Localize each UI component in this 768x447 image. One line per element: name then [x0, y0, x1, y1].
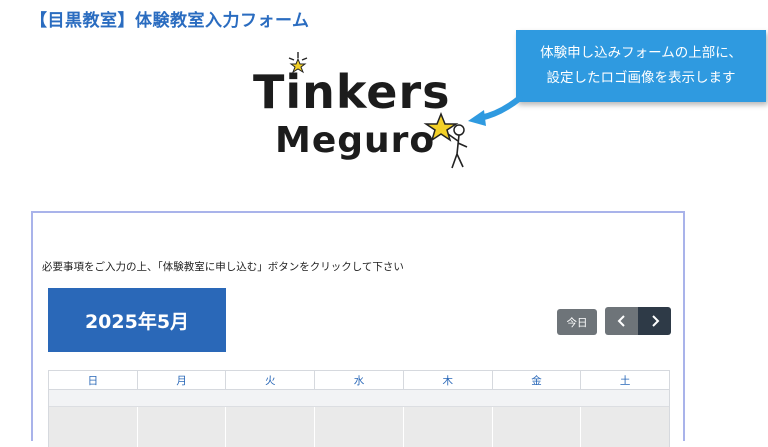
- calendar-day-cell[interactable]: [137, 407, 227, 447]
- logo-text-meguro: Meguro: [275, 120, 435, 161]
- callout-text-line1: 体験申し込みフォームの上部に、: [540, 45, 742, 61]
- callout-box: 体験申し込みフォームの上部に、 設定したロゴ画像を表示します: [516, 30, 766, 102]
- calendar-week-row: [49, 407, 670, 447]
- logo-text-tinkers: Tinkers: [253, 65, 451, 119]
- weekday-mon: 月: [137, 371, 227, 390]
- tinkers-meguro-logo: Tinkers Meguro: [253, 52, 468, 169]
- callout-text-line2: 設定したロゴ画像を表示します: [546, 70, 736, 86]
- calendar-day-cell[interactable]: [403, 407, 493, 447]
- weekday-wed: 水: [315, 371, 404, 390]
- callout-arrow-icon: [468, 95, 523, 126]
- calendar-day-cell[interactable]: [581, 407, 670, 447]
- form-instruction: 必要事項をご入力の上、「体験教室に申し込む」ボタンをクリックして下さい: [42, 261, 404, 273]
- calendar-day-cell[interactable]: [492, 407, 582, 447]
- form-frame: 必要事項をご入力の上、「体験教室に申し込む」ボタンをクリックして下さい 2025…: [31, 211, 685, 447]
- weekday-tue: 火: [226, 371, 316, 390]
- calendar-day-cell[interactable]: [226, 407, 316, 447]
- weekday-sun: 日: [49, 371, 138, 390]
- today-button[interactable]: 今日: [557, 309, 597, 335]
- weekday-fri: 金: [492, 371, 582, 390]
- weekday-thu: 木: [403, 371, 493, 390]
- calendar-day-cell[interactable]: [315, 407, 404, 447]
- calendar-allday-row: [49, 390, 669, 407]
- calendar-grid: 日 月 火 水 木 金 土: [48, 370, 670, 447]
- chevron-left-icon: [617, 315, 625, 327]
- calendar-weekday-header: 日 月 火 水 木 金 土: [49, 371, 670, 390]
- calendar-day-cell[interactable]: [49, 407, 138, 447]
- next-month-button[interactable]: [638, 307, 671, 335]
- page-title: 【目黒教室】体験教室入力フォーム: [30, 11, 310, 31]
- chevron-right-icon: [651, 315, 659, 327]
- prev-month-button[interactable]: [605, 307, 638, 335]
- month-nav-group: [605, 307, 671, 335]
- calendar-month-label: 2025年5月: [48, 288, 226, 352]
- weekday-sat: 土: [581, 371, 670, 390]
